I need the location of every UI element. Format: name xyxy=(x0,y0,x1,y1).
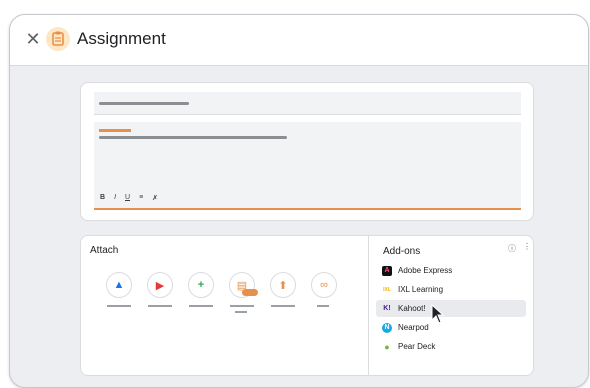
instructions-placeholder-line xyxy=(99,136,287,139)
attach-youtube[interactable]: ▶ xyxy=(147,272,173,314)
ixl-icon: IXL xyxy=(383,286,391,293)
assignment-icon xyxy=(46,27,70,51)
addon-pear-deck[interactable]: ● Pear Deck xyxy=(376,338,526,355)
link-icon[interactable]: ∞ xyxy=(311,272,337,298)
attach-link[interactable]: ∞ xyxy=(311,272,337,314)
attach-upload[interactable]: ⬆ xyxy=(270,272,296,314)
attach-document[interactable]: ▤ xyxy=(229,272,258,314)
attach-create[interactable]: + xyxy=(188,272,214,314)
google-drive-icon[interactable]: ▲ xyxy=(106,272,132,298)
top-bar: ✕ Assignment xyxy=(10,15,588,66)
underline-button[interactable]: U xyxy=(125,194,130,202)
assignment-window: ✕ Assignment B I U ≡ ✗ Attach ▲ ▶ + ▤ ⬆ … xyxy=(9,14,589,388)
attach-document-label-line xyxy=(230,305,254,307)
cursor-accent-bar xyxy=(99,129,131,132)
title-input[interactable] xyxy=(94,92,521,115)
attach-card: Attach ▲ ▶ + ▤ ⬆ ∞ Add-ons ⓘ ⋮ A Adobe E… xyxy=(80,235,534,376)
more-options-icon[interactable]: ⋮ xyxy=(523,242,531,251)
close-icon[interactable]: ✕ xyxy=(23,29,43,49)
addons-title: Add-ons xyxy=(383,246,421,257)
bold-button[interactable]: B xyxy=(100,194,105,202)
addon-list: A Adobe Express IXL IXL Learning K! Kaho… xyxy=(376,262,526,357)
format-toolbar: B I U ≡ ✗ xyxy=(100,194,158,202)
addon-label: Pear Deck xyxy=(398,342,436,351)
attach-upload-label-line xyxy=(271,305,295,307)
new-badge xyxy=(242,289,258,296)
section-divider xyxy=(368,236,369,375)
youtube-icon[interactable]: ▶ xyxy=(147,272,173,298)
page-title: Assignment xyxy=(77,29,166,48)
addon-adobe-express[interactable]: A Adobe Express xyxy=(376,262,526,279)
attach-link-label-line xyxy=(317,305,329,307)
info-icon[interactable]: ⓘ xyxy=(508,243,516,254)
attach-options: ▲ ▶ + ▤ ⬆ ∞ xyxy=(106,272,337,314)
plus-icon[interactable]: + xyxy=(188,272,214,298)
italic-button[interactable]: I xyxy=(114,194,116,202)
addon-label: IXL Learning xyxy=(398,285,444,294)
instructions-input[interactable]: B I U ≡ ✗ xyxy=(94,122,521,210)
attach-label: Attach xyxy=(90,245,119,256)
kahoot-icon: K! xyxy=(383,305,391,312)
addon-label: Nearpod xyxy=(398,323,429,332)
attach-create-label-line xyxy=(189,305,213,307)
attach-drive[interactable]: ▲ xyxy=(106,272,132,314)
pear-deck-icon: ● xyxy=(384,341,390,352)
addon-nearpod[interactable]: N Nearpod xyxy=(376,319,526,336)
addon-ixl-learning[interactable]: IXL IXL Learning xyxy=(376,281,526,298)
addon-kahoot[interactable]: K! Kahoot! xyxy=(376,300,526,317)
clear-format-button[interactable]: ✗ xyxy=(152,194,158,202)
attach-document-sub-line xyxy=(235,311,247,313)
bullet-list-button[interactable]: ≡ xyxy=(139,194,143,202)
nearpod-icon: N xyxy=(382,322,392,333)
addon-label: Kahoot! xyxy=(398,304,426,313)
upload-icon[interactable]: ⬆ xyxy=(270,272,296,298)
assignment-editor-card: B I U ≡ ✗ xyxy=(80,82,534,221)
attach-drive-label-line xyxy=(107,305,131,307)
adobe-express-icon: A xyxy=(382,265,392,276)
mouse-cursor-icon xyxy=(431,304,445,324)
addon-label: Adobe Express xyxy=(398,266,453,275)
attach-youtube-label-line xyxy=(148,305,172,307)
title-placeholder-line xyxy=(99,102,189,105)
